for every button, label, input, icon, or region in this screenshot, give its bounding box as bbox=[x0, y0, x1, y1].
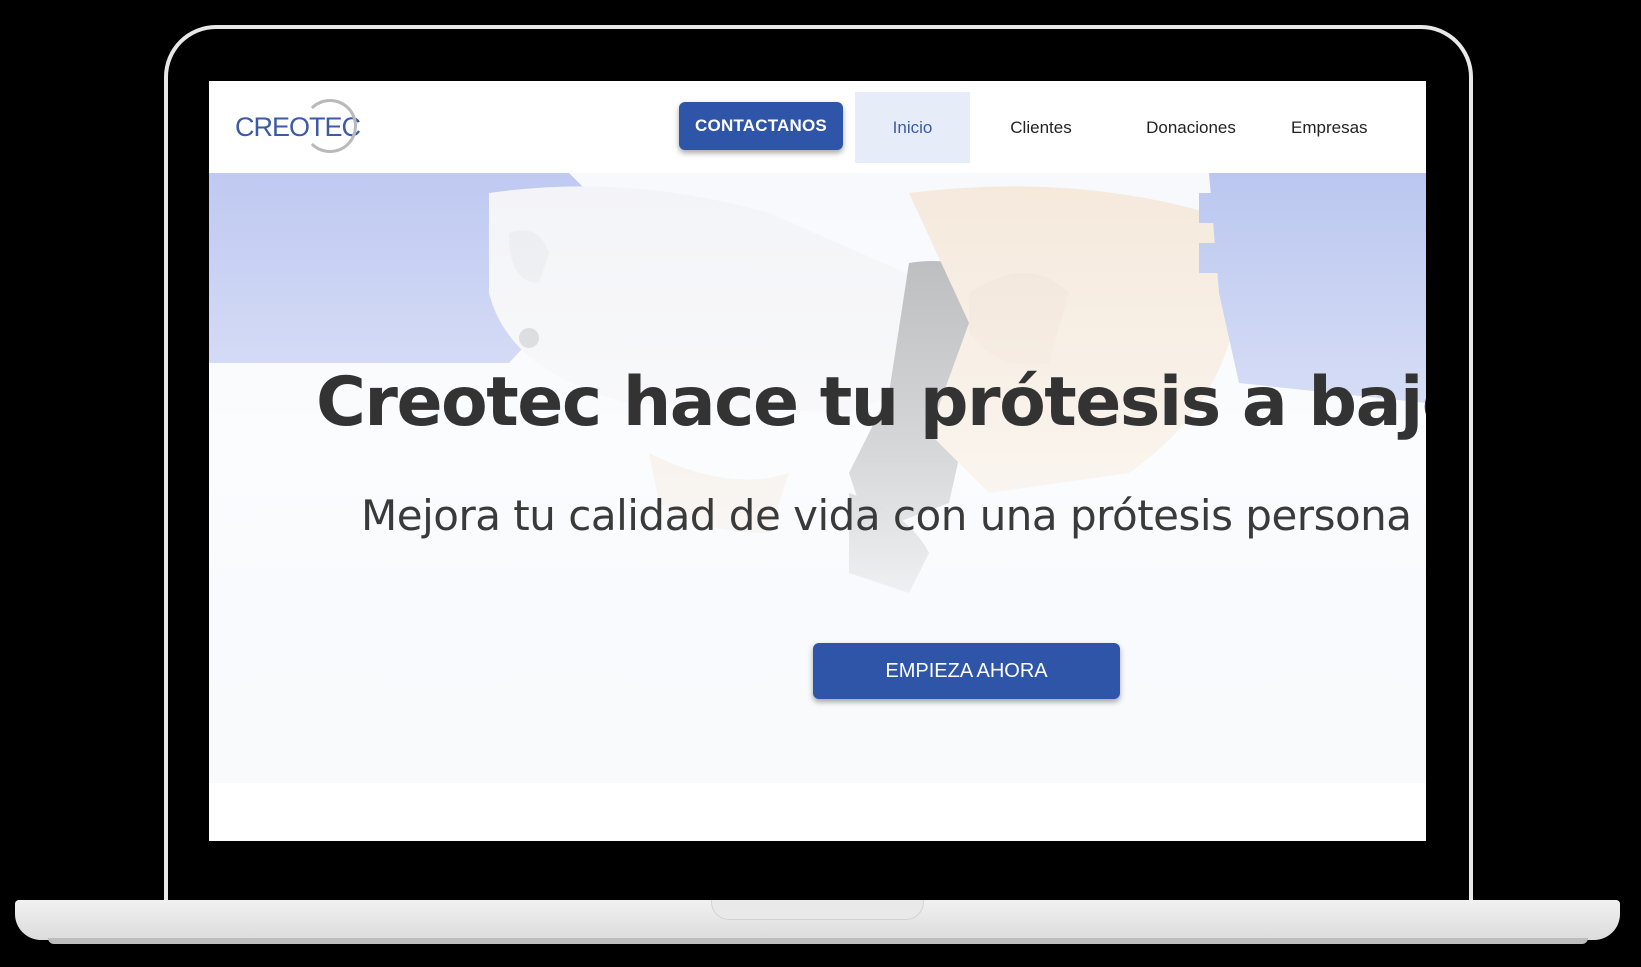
nav-item-donaciones[interactable]: Donaciones bbox=[1120, 92, 1262, 163]
hero-subtitle: Mejora tu calidad de vida con una prótes… bbox=[361, 491, 1412, 540]
nav-item-inicio[interactable]: Inicio bbox=[855, 92, 970, 163]
nav-item-clientes[interactable]: Clientes bbox=[982, 92, 1100, 163]
hero-title: Creotec hace tu prótesis a bajo c bbox=[316, 363, 1426, 442]
nav-item-empresas[interactable]: Empresas bbox=[1279, 92, 1426, 163]
page-below-fold bbox=[209, 783, 1426, 841]
browser-viewport: CREOTEC CONTACTANOS Inicio Clientes Dona… bbox=[209, 81, 1426, 841]
contact-button[interactable]: CONTACTANOS bbox=[679, 102, 843, 150]
laptop-base-shadow bbox=[48, 938, 1588, 944]
hero-section: Creotec hace tu prótesis a bajo c Mejora… bbox=[209, 173, 1426, 783]
laptop-mockup: CREOTEC CONTACTANOS Inicio Clientes Dona… bbox=[0, 0, 1641, 967]
start-now-button[interactable]: EMPIEZA AHORA bbox=[813, 643, 1120, 699]
laptop-base-notch bbox=[711, 900, 924, 920]
site-logo[interactable]: CREOTEC bbox=[235, 97, 371, 159]
logo-ring-icon bbox=[303, 99, 357, 153]
site-header: CREOTEC CONTACTANOS Inicio Clientes Dona… bbox=[209, 81, 1426, 173]
